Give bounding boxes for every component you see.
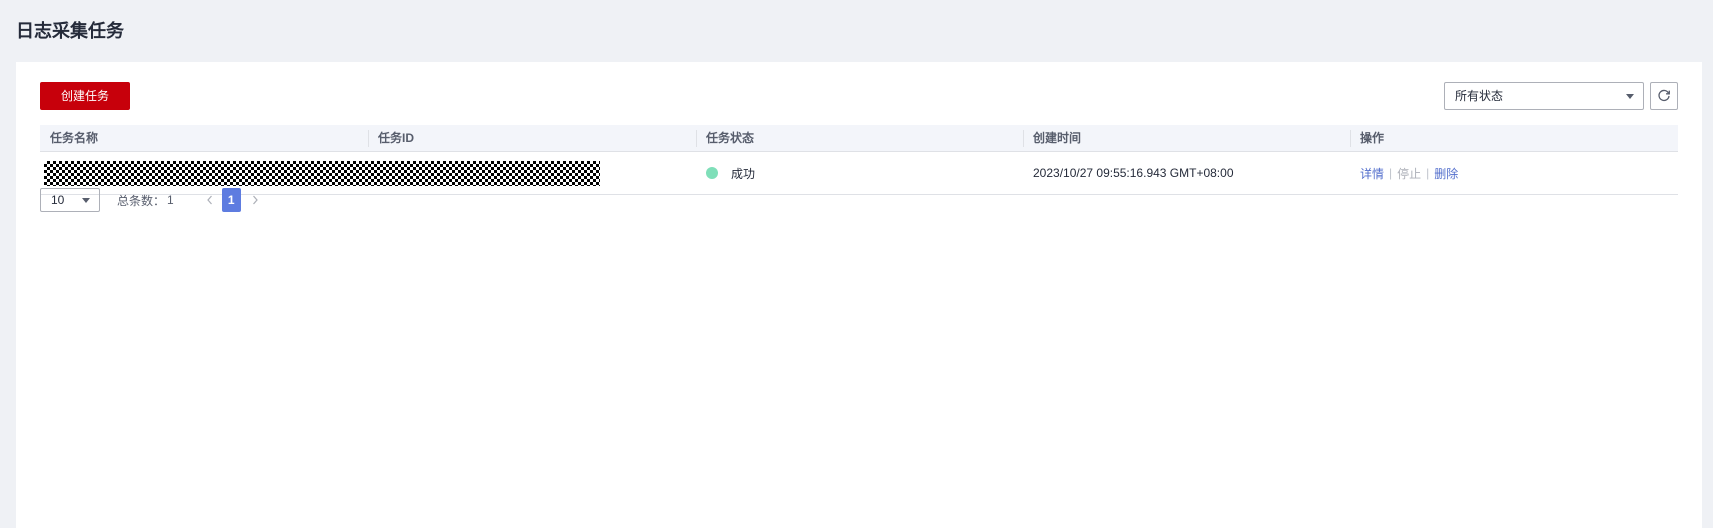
prev-page-button[interactable] (202, 188, 218, 212)
actions-cell: 详情 | 停止 | 删除 (1350, 165, 1678, 182)
page-size-value: 10 (51, 193, 65, 207)
detail-link[interactable]: 详情 (1360, 165, 1384, 182)
refresh-icon (1658, 89, 1670, 102)
chevron-down-icon (82, 198, 90, 203)
redacted-task-name-id (44, 161, 600, 186)
status-filter-select[interactable]: 所有状态 (1444, 82, 1644, 110)
column-header-task-id: 任务ID (368, 125, 696, 151)
stop-link[interactable]: 停止 (1397, 165, 1421, 182)
page-title: 日志采集任务 (16, 21, 124, 41)
action-divider: | (1426, 166, 1430, 180)
status-success-icon (706, 167, 718, 179)
table-row: 成功 2023/10/27 09:55:16.943 GMT+08:00 详情 … (40, 152, 1678, 195)
chevron-right-icon (252, 195, 258, 205)
total-label: 总条数： (117, 193, 166, 208)
next-page-button[interactable] (247, 188, 263, 212)
task-status-cell: 成功 (696, 165, 1023, 182)
delete-link[interactable]: 删除 (1434, 165, 1458, 182)
column-header-created-time: 创建时间 (1023, 125, 1350, 151)
page-number-current[interactable]: 1 (221, 188, 241, 212)
content-card: 创建任务 所有状态 任务名称 任务ID 任务状态 创建时间 操作 成功 2023… (16, 62, 1702, 528)
column-header-actions: 操作 (1350, 125, 1678, 151)
column-header-task-name: 任务名称 (50, 131, 99, 145)
task-status-text: 成功 (731, 166, 756, 181)
page-size-select[interactable]: 10 (40, 188, 100, 212)
chevron-left-icon (206, 195, 212, 205)
total-count: 1 (167, 193, 174, 207)
chevron-down-icon (1626, 94, 1634, 99)
status-filter-value: 所有状态 (1455, 89, 1504, 103)
task-table: 任务名称 任务ID 任务状态 创建时间 操作 成功 2023/10/27 09:… (40, 125, 1678, 195)
create-task-button[interactable]: 创建任务 (40, 82, 130, 110)
column-header-task-status: 任务状态 (696, 125, 1023, 151)
created-time-cell: 2023/10/27 09:55:16.943 GMT+08:00 (1033, 166, 1234, 180)
pagination: 10 总条数： 1 1 (40, 188, 263, 212)
refresh-button[interactable] (1650, 82, 1678, 110)
table-header: 任务名称 任务ID 任务状态 创建时间 操作 (40, 125, 1678, 152)
action-divider: | (1389, 166, 1393, 180)
